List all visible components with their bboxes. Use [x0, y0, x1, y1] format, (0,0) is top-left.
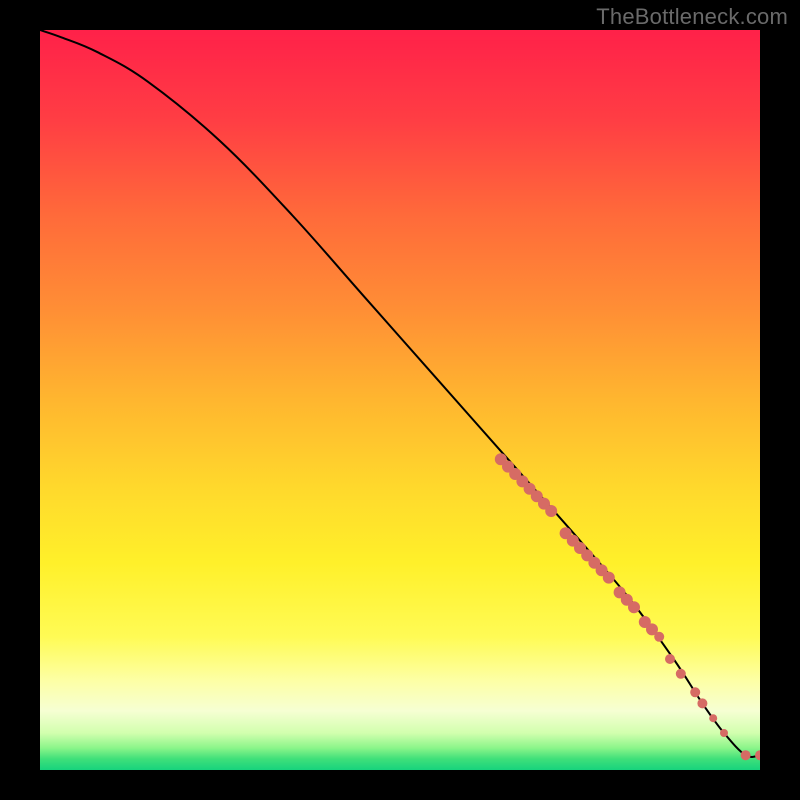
data-marker	[709, 714, 717, 722]
gradient-background	[40, 30, 760, 770]
data-marker	[628, 601, 640, 613]
attribution-text: TheBottleneck.com	[596, 4, 788, 30]
chart-svg	[40, 30, 760, 770]
data-marker	[676, 669, 686, 679]
data-marker	[697, 698, 707, 708]
data-marker	[741, 750, 751, 760]
chart-stage: TheBottleneck.com	[0, 0, 800, 800]
data-marker	[545, 505, 557, 517]
data-marker	[654, 632, 664, 642]
data-marker	[720, 729, 728, 737]
data-marker	[603, 572, 615, 584]
data-marker	[690, 687, 700, 697]
data-marker	[665, 654, 675, 664]
